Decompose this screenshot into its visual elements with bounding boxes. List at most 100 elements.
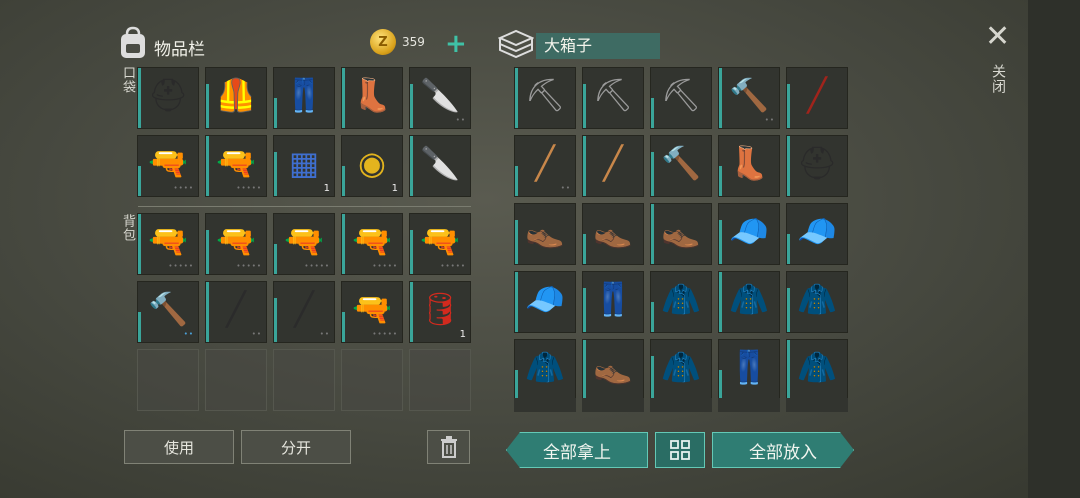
item-slot[interactable]: 👞	[582, 339, 644, 401]
item-slot[interactable]: 🔫 •••••	[409, 213, 471, 275]
chest-icon	[497, 28, 535, 64]
camo-jacket-icon: 🧥	[525, 348, 565, 386]
item-slot[interactable]: ╱	[582, 135, 644, 197]
item-slot[interactable]: 🧥	[786, 339, 848, 401]
quality-dots: •••••	[372, 262, 398, 270]
item-slot[interactable]: 🧢	[718, 203, 780, 265]
item-slot[interactable]: 🧥	[786, 271, 848, 333]
item-slot[interactable]: 🧥	[650, 271, 712, 333]
item-slot[interactable]: 🔫 •••••	[205, 135, 267, 197]
item-slot[interactable]: 🔨	[650, 135, 712, 197]
quality-dots: ••	[455, 116, 466, 124]
pistol-icon: 🔫	[216, 222, 256, 260]
item-slot[interactable]: 🧥	[650, 339, 712, 401]
item-slot[interactable]: ╱ ••	[205, 281, 267, 343]
item-slot[interactable]: ⛑	[137, 67, 199, 129]
item-slot[interactable]: 🦺	[205, 67, 267, 129]
section-divider	[138, 206, 471, 207]
add-coins-button[interactable]: +	[445, 31, 467, 57]
item-slot[interactable]: 👞	[650, 203, 712, 265]
shoes-icon: 👞	[593, 212, 633, 250]
camo-cap-icon: 🧢	[797, 212, 837, 250]
trash-button[interactable]	[427, 430, 470, 464]
item-slot[interactable]: ◉ 1	[341, 135, 403, 197]
item-slot[interactable]: ╱	[786, 67, 848, 129]
quality-dots: ••	[560, 184, 571, 192]
chest-name: 大箱子	[536, 33, 660, 59]
item-slot[interactable]: ╱ ••	[273, 281, 335, 343]
item-slot[interactable]: 🔫 •••••	[341, 281, 403, 343]
item-slot[interactable]: 👖	[273, 67, 335, 129]
item-slot[interactable]: 👖	[582, 271, 644, 333]
baseball-bat-icon: ╱	[603, 144, 623, 182]
item-slot[interactable]: 🔨 ••	[718, 67, 780, 129]
close-icon[interactable]: ✕	[985, 22, 1010, 52]
pockets-grid: ⛑ 🦺 👖 👢 🔪 •• 🔫 •••• 🔫 ••••• ▦ 1 ◉ 1 🔪	[137, 67, 471, 197]
cleaver-icon: 🔪	[420, 144, 460, 182]
use-button[interactable]: 使用	[124, 430, 234, 464]
split-button[interactable]: 分开	[241, 430, 351, 464]
coins-display: Z 359	[370, 29, 425, 55]
item-slot[interactable]: 👢	[341, 67, 403, 129]
helmet-icon: ⛑	[796, 144, 838, 182]
helmet-icon: ⛑	[147, 76, 189, 114]
take-all-button[interactable]: 全部拿上	[506, 432, 648, 468]
empty-slot[interactable]	[205, 349, 267, 411]
pickaxe-icon: ⛏	[592, 76, 634, 114]
quality-dots: ••	[251, 330, 262, 338]
boots-icon: 👢	[729, 144, 769, 182]
bomber-jacket-icon: 🧥	[797, 348, 837, 386]
item-slot[interactable]: 🛢 1	[409, 281, 471, 343]
item-slot[interactable]: 👖	[718, 339, 780, 401]
jeans-icon: 👖	[729, 348, 769, 386]
camo-pants-icon: 👖	[593, 280, 633, 318]
item-slot[interactable]: ⛏	[650, 67, 712, 129]
item-slot[interactable]: 🧥	[718, 271, 780, 333]
armor-vest-icon: 🦺	[216, 76, 256, 114]
item-slot[interactable]: 🔫 •••••	[341, 213, 403, 275]
inventory-title: 物品栏	[154, 40, 205, 60]
item-slot[interactable]: 🧢	[786, 203, 848, 265]
camo-cap-icon: 🧢	[525, 280, 565, 318]
pistol-icon: 🔫	[352, 290, 392, 328]
empty-slot[interactable]	[137, 349, 199, 411]
item-slot[interactable]: 👞	[514, 203, 576, 265]
item-slot[interactable]: 🔨 ••	[137, 281, 199, 343]
item-slot[interactable]: 🔫 •••••	[205, 213, 267, 275]
pickaxe-icon: ⛏	[524, 76, 566, 114]
close-label[interactable]: 关闭	[988, 64, 1008, 94]
coin-icon: Z	[370, 29, 396, 55]
item-slot[interactable]: 🔪 ••	[409, 67, 471, 129]
put-all-button[interactable]: 全部放入	[712, 432, 854, 468]
item-slot[interactable]: ⛏	[514, 67, 576, 129]
shoes-icon: 👞	[525, 212, 565, 250]
crowbar-icon: ╱	[226, 290, 246, 328]
item-slot[interactable]: 👢	[718, 135, 780, 197]
hammer-icon: 🔨	[661, 144, 701, 182]
item-slot[interactable]: 🧥	[514, 339, 576, 401]
item-slot[interactable]: 🔫 •••••	[273, 213, 335, 275]
item-slot[interactable]: 🔪	[409, 135, 471, 197]
empty-slot[interactable]	[409, 349, 471, 411]
sledgehammer-icon: 🔨	[729, 76, 769, 114]
trash-icon	[440, 436, 457, 458]
item-slot[interactable]: 🔫 ••••	[137, 135, 199, 197]
item-slot[interactable]: 👞	[582, 203, 644, 265]
backpack-label: 背包	[120, 214, 135, 242]
item-slot[interactable]: ⛏	[582, 67, 644, 129]
item-quantity: 1	[459, 329, 466, 340]
item-slot[interactable]: ▦ 1	[273, 135, 335, 197]
camo-cap-icon: 🧢	[729, 212, 769, 250]
sort-button[interactable]	[655, 432, 705, 468]
item-slot[interactable]: 🧢	[514, 271, 576, 333]
camo-jacket-icon: 🧥	[729, 280, 769, 318]
item-slot[interactable]: ╱ ••	[514, 135, 576, 197]
item-slot[interactable]: 🔫 •••••	[137, 213, 199, 275]
quality-dots: •••••	[304, 262, 330, 270]
item-quantity: 1	[391, 183, 398, 194]
sledgehammer-icon: 🔨	[148, 290, 188, 328]
empty-slot[interactable]	[273, 349, 335, 411]
item-slot[interactable]: ⛑	[786, 135, 848, 197]
empty-slot[interactable]	[341, 349, 403, 411]
pickaxe-icon: ⛏	[660, 76, 702, 114]
